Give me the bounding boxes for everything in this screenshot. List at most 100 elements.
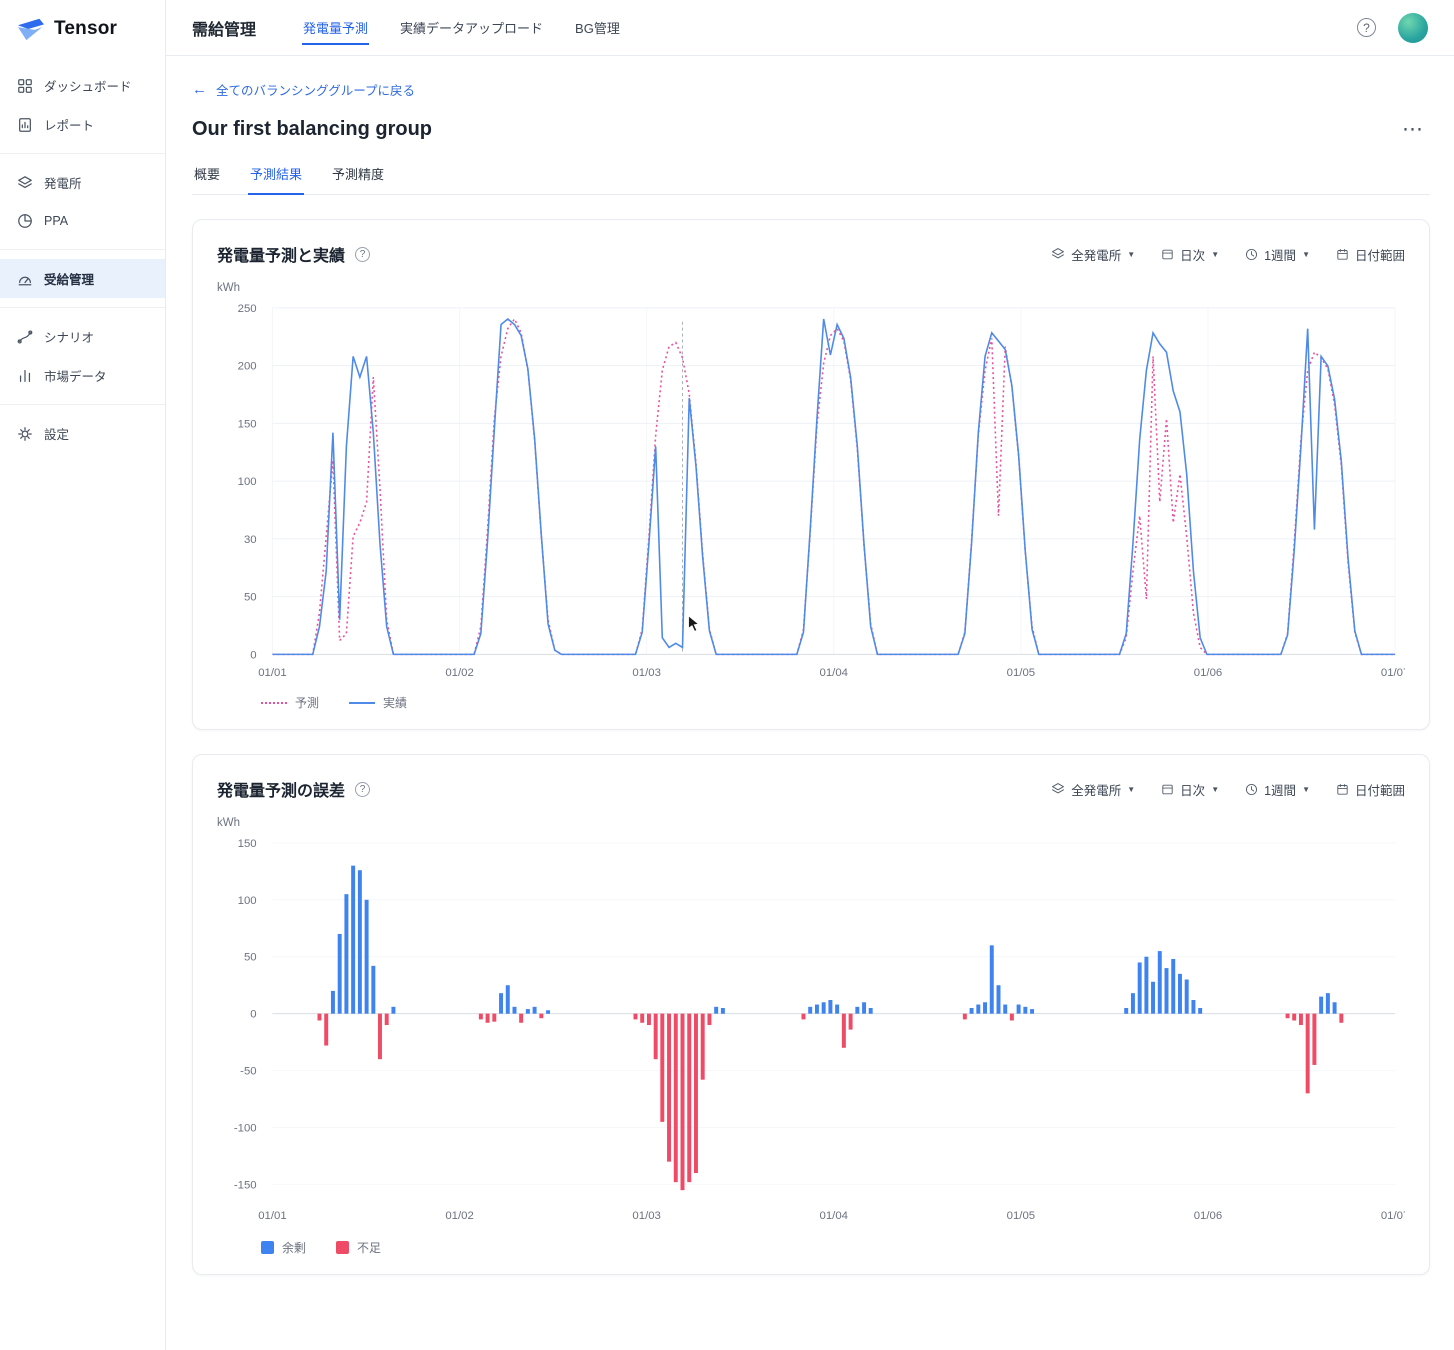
sidebar-item-power-plants[interactable]: 発電所 [0, 163, 165, 202]
legend-shortage: 不足 [336, 1239, 381, 1256]
granularity-label: 日次 [1180, 245, 1205, 264]
forecast-line-swatch [261, 702, 287, 704]
plants-filter-label: 全発電所 [1071, 780, 1121, 799]
sidebar-item-report[interactable]: レポート [0, 105, 165, 144]
sidebar-item-label: 受給管理 [44, 269, 94, 288]
svg-text:50: 50 [244, 952, 257, 964]
svg-text:-100: -100 [234, 1123, 257, 1135]
sidebar-item-scenario[interactable]: シナリオ [0, 317, 165, 356]
granularity-dropdown[interactable]: 日次 ▼ [1161, 780, 1219, 799]
date-range-label: 日付範囲 [1355, 780, 1405, 799]
page-head: Our first balancing group ⋯ [192, 117, 1430, 142]
legend-label: 実績 [383, 694, 407, 711]
help-icon[interactable]: ? [355, 247, 370, 262]
back-link-label: 全てのバランシンググループに戻る [216, 80, 415, 99]
sidebar-divider [0, 307, 165, 308]
legend-actual: 実績 [349, 694, 407, 711]
sidebar-item-supply-demand[interactable]: 受給管理 [0, 259, 165, 298]
sidebar-item-dashboard[interactable]: ダッシュボード [0, 66, 165, 105]
sidebar-divider [0, 404, 165, 405]
layers-icon [1051, 782, 1065, 796]
svg-text:01/05: 01/05 [1007, 1210, 1035, 1222]
forecast-error-bar-chart[interactable]: 150100500-50-100-15001/0101/0201/0301/04… [217, 831, 1405, 1229]
surplus-swatch [261, 1241, 274, 1254]
brand-logo: Tensor [0, 0, 165, 66]
period-label: 1週間 [1264, 245, 1296, 264]
period-dropdown[interactable]: 1週間 ▼ [1245, 245, 1310, 264]
brand-name: Tensor [54, 18, 117, 40]
sidebar-divider [0, 249, 165, 250]
plants-filter-dropdown[interactable]: 全発電所 ▼ [1051, 780, 1135, 799]
card-title: 発電量予測と実績 [217, 242, 345, 266]
svg-text:100: 100 [238, 895, 257, 907]
calendar-icon [1336, 783, 1349, 796]
granularity-dropdown[interactable]: 日次 ▼ [1161, 245, 1219, 264]
chart-legend: 予測 実績 [217, 684, 1405, 715]
sidebar-item-ppa[interactable]: PPA [0, 202, 165, 240]
svg-text:50: 50 [244, 592, 257, 604]
tab-forecast-accuracy[interactable]: 予測精度 [330, 156, 386, 195]
tab-overview[interactable]: 概要 [192, 156, 222, 195]
sidebar-item-label: レポート [44, 115, 94, 134]
generation-forecast-card: 発電量予測と実績 ? 全発電所 ▼ 日次 ▼ [192, 219, 1430, 730]
mouse-cursor [688, 616, 698, 632]
bar-chart-icon [16, 367, 34, 385]
clock-icon [1245, 248, 1258, 261]
help-icon[interactable]: ? [355, 782, 370, 797]
columns-icon [1161, 783, 1174, 796]
card-title: 発電量予測の誤差 [217, 777, 345, 801]
sidebar-item-label: ダッシュボード [44, 76, 132, 95]
layers-icon [1051, 247, 1065, 261]
svg-text:01/07: 01/07 [1381, 1210, 1405, 1222]
legend-forecast: 予測 [261, 694, 319, 711]
dashboard-grid-icon [16, 77, 34, 95]
main-area: 需給管理 発電量予測 実績データアップロード BG管理 ? ← 全てのバランシン… [166, 0, 1454, 1350]
date-range-button[interactable]: 日付範囲 [1336, 245, 1405, 264]
clock-icon [1245, 783, 1258, 796]
help-icon[interactable]: ? [1357, 18, 1376, 37]
svg-text:150: 150 [238, 418, 257, 430]
sidebar-item-label: 設定 [44, 424, 69, 443]
page-title: Our first balancing group [192, 118, 432, 141]
header-tab-bg-management[interactable]: BG管理 [574, 10, 621, 45]
back-link[interactable]: ← 全てのバランシンググループに戻る [192, 80, 415, 99]
sidebar-item-settings[interactable]: 設定 [0, 414, 165, 453]
svg-text:01/03: 01/03 [632, 1210, 660, 1222]
gear-icon [16, 425, 34, 443]
sidebar-divider [0, 153, 165, 154]
page-content: ← 全てのバランシンググループに戻る Our first balancing g… [166, 56, 1454, 1350]
legend-label: 不足 [357, 1239, 381, 1256]
svg-text:01/04: 01/04 [820, 667, 848, 679]
granularity-label: 日次 [1180, 780, 1205, 799]
period-dropdown[interactable]: 1週間 ▼ [1245, 780, 1310, 799]
date-range-button[interactable]: 日付範囲 [1336, 780, 1405, 799]
svg-text:01/01: 01/01 [258, 1210, 286, 1222]
sidebar-item-label: 市場データ [44, 366, 107, 385]
calendar-icon [1336, 248, 1349, 261]
sidebar-nav: ダッシュボード レポート 発電所 PPA [0, 66, 165, 453]
user-avatar[interactable] [1398, 13, 1428, 43]
chevron-down-icon: ▼ [1302, 250, 1310, 259]
svg-text:01/03: 01/03 [632, 667, 660, 679]
svg-text:01/06: 01/06 [1194, 667, 1222, 679]
header-tab-actual-data-upload[interactable]: 実績データアップロード [399, 10, 544, 45]
legend-label: 余剰 [282, 1239, 306, 1256]
y-axis-unit: kWh [217, 282, 1405, 294]
chart-toolbar: 全発電所 ▼ 日次 ▼ 1週間 ▼ [1051, 245, 1405, 264]
tab-forecast-results[interactable]: 予測結果 [248, 156, 304, 195]
plants-filter-dropdown[interactable]: 全発電所 ▼ [1051, 245, 1135, 264]
header-tab-generation-forecast[interactable]: 発電量予測 [302, 10, 369, 45]
chart-toolbar: 全発電所 ▼ 日次 ▼ 1週間 ▼ [1051, 780, 1405, 799]
forecast-error-card: 発電量予測の誤差 ? 全発電所 ▼ 日次 ▼ [192, 754, 1430, 1275]
forecast-vs-actual-line-chart[interactable]: 01/0101/0201/0301/0401/0501/0601/0725020… [217, 296, 1405, 684]
shortage-swatch [336, 1241, 349, 1254]
header-right: ? [1357, 13, 1428, 43]
more-menu-button[interactable]: ⋯ [1396, 117, 1430, 142]
card-head: 発電量予測の誤差 ? 全発電所 ▼ 日次 ▼ [217, 777, 1405, 801]
plants-filter-label: 全発電所 [1071, 245, 1121, 264]
sidebar-item-market-data[interactable]: 市場データ [0, 356, 165, 395]
svg-text:250: 250 [238, 303, 257, 315]
svg-text:01/04: 01/04 [820, 1210, 848, 1222]
report-icon [16, 116, 34, 134]
period-label: 1週間 [1264, 780, 1296, 799]
